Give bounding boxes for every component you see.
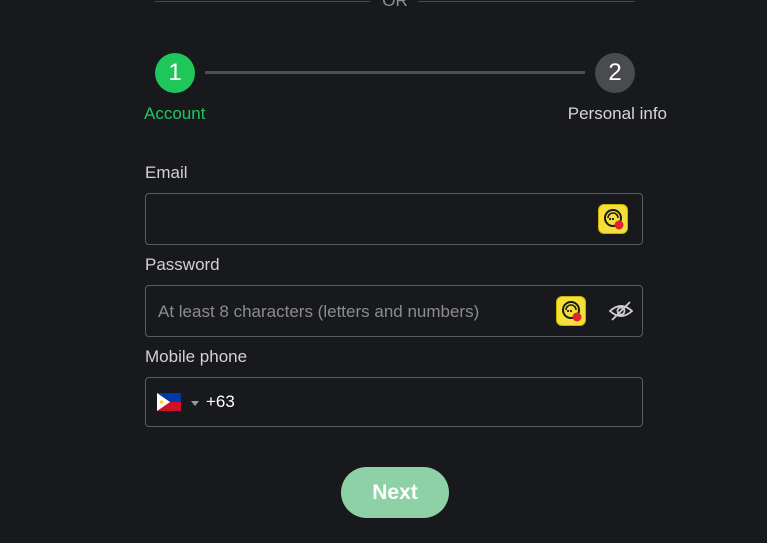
signup-page: OR 1 2 Account Personal info Email Passw… [0,0,767,543]
step-1-label: Account [144,104,206,123]
mobile-phone-label: Mobile phone [145,347,248,366]
philippines-flag-icon[interactable] [157,393,181,411]
chevron-down-icon[interactable] [190,395,200,406]
email-input[interactable] [156,194,550,246]
step-connector [205,71,585,74]
email-label: Email [145,163,188,182]
password-field[interactable] [145,285,643,338]
next-button[interactable]: Next [341,467,449,518]
password-manager-icon[interactable] [556,296,586,326]
email-field[interactable] [145,193,643,246]
or-divider: OR [155,0,635,11]
password-manager-icon[interactable] [598,204,628,234]
progress-stepper: 1 2 Account Personal info [144,53,667,133]
divider-line-right [418,1,635,2]
eye-off-icon[interactable] [608,300,634,322]
password-input[interactable] [156,286,550,338]
step-2-label: Personal info [567,104,667,123]
password-label: Password [145,255,220,274]
mobile-phone-field[interactable]: +63 [145,377,643,427]
dial-code: +63 [206,392,235,411]
step-2-circle: 2 [595,53,635,93]
step-1-circle: 1 [155,53,195,93]
